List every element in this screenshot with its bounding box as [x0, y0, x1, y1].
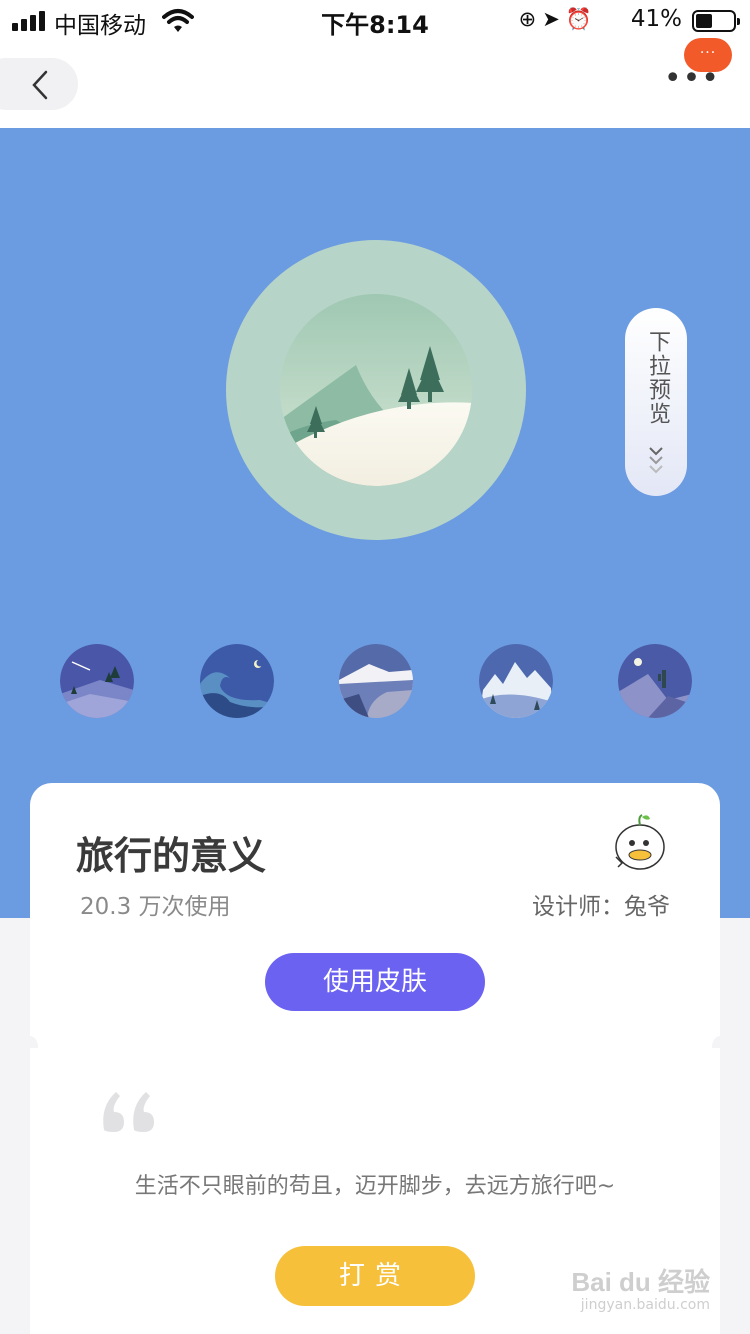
- nav-bar: ··· •••: [0, 38, 750, 128]
- skin-info-card: 旅行的意义 20.3 万次使用 设计师：兔爷 使用皮肤: [30, 783, 720, 1048]
- thumbnail-snow-peaks[interactable]: [479, 644, 553, 718]
- back-button[interactable]: [0, 58, 78, 110]
- skin-thumbnail-list: [0, 644, 750, 720]
- location-icon: ➤: [542, 7, 566, 31]
- tip-button[interactable]: 打赏: [275, 1246, 475, 1306]
- quote-icon: [103, 1092, 154, 1132]
- watermark-logo: Bai du 经验: [571, 1267, 710, 1297]
- more-dots-icon[interactable]: •••: [664, 64, 720, 94]
- designer-name[interactable]: 兔爷: [624, 894, 670, 920]
- pull-down-preview-button[interactable]: 下拉预览: [625, 308, 687, 496]
- designer-avatar[interactable]: [612, 813, 668, 873]
- alarm-icon: ⏰: [565, 7, 598, 31]
- battery-icon: [692, 10, 740, 32]
- pull-preview-label: 下拉预览: [645, 330, 670, 426]
- thumbnail-shooting-star-mountain[interactable]: [60, 644, 134, 718]
- skin-preview-image: [226, 240, 526, 540]
- designer-label: 设计师：: [532, 894, 624, 920]
- skin-title: 旅行的意义: [76, 834, 267, 878]
- thumbnail-night-wave[interactable]: [200, 644, 274, 718]
- designer-info: 设计师：兔爷: [532, 887, 670, 921]
- thumbnail-snow-mountain-lake[interactable]: [339, 644, 413, 718]
- chevron-left-icon: [32, 70, 48, 100]
- thumbnail-desert-moon[interactable]: [618, 644, 692, 718]
- use-skin-button[interactable]: 使用皮肤: [265, 953, 485, 1011]
- double-chevron-down-icon: [649, 447, 663, 474]
- status-bar: 中国移动 下午8:14 ⊕➤⏰ 41%: [0, 0, 750, 42]
- skin-quote: 生活不只眼前的苟且，迈开脚步，去远方旅行吧~: [134, 1174, 616, 1199]
- rotation-lock-icon: ⊕: [518, 7, 543, 31]
- battery-percent: 41%: [630, 6, 682, 32]
- usage-count: 20.3 万次使用: [80, 894, 231, 920]
- watermark: Bai du 经验 jingyan.baidu.com: [570, 1262, 710, 1313]
- watermark-url: jingyan.baidu.com: [580, 1297, 710, 1313]
